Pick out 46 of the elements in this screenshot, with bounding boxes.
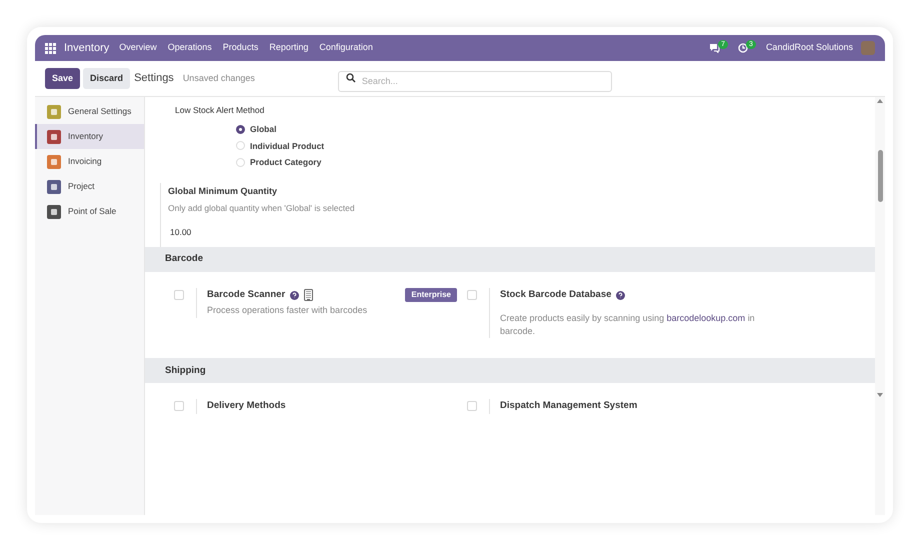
company-name[interactable]: CandidRoot Solutions (766, 41, 853, 55)
setting-description: Create products easily by scanning using barcodelookup.com in barcode. (500, 312, 756, 338)
menu-item[interactable]: Overview (119, 41, 157, 55)
app-name[interactable]: Inventory (64, 40, 110, 56)
menu-item[interactable]: Products (222, 41, 258, 55)
sidebar-item[interactable]: Invoicing (35, 149, 144, 174)
checkbox[interactable] (174, 401, 184, 412)
radio-option[interactable]: Product Category (236, 156, 875, 169)
page-title: Settings (134, 71, 174, 86)
checkbox[interactable] (467, 401, 477, 412)
search-field[interactable]: Search... (338, 70, 612, 92)
setting-description: Process operations faster with barcodes (207, 304, 368, 318)
menu-item[interactable]: Operations (168, 41, 212, 55)
enterprise-badge: Enterprise (405, 288, 457, 302)
scroll-down-icon[interactable] (877, 393, 883, 397)
sidebar-item[interactable]: Inventory (35, 124, 144, 149)
menu-item[interactable]: Reporting (269, 41, 308, 55)
sidebar-item[interactable]: Point of Sale (35, 199, 144, 224)
quantity-field[interactable]: 10.00 (168, 226, 875, 239)
barcodelookup-link[interactable]: barcodelookup.com (666, 313, 746, 324)
sidebar-item[interactable]: General Settings (35, 99, 144, 124)
scroll-up-icon[interactable] (877, 99, 883, 103)
radio-option[interactable]: Individual Product (236, 140, 875, 152)
section-header: Barcode (145, 247, 875, 272)
save-button[interactable]: Save (45, 68, 80, 89)
setting-title: Stock Barcode Database (500, 288, 612, 302)
radio-option[interactable]: Global (236, 122, 875, 136)
search-icon (346, 73, 356, 83)
radio-button[interactable] (236, 124, 245, 134)
setting-title: Delivery Methods (207, 399, 286, 414)
field-label: Low Stock Alert Method (175, 104, 266, 117)
scrollbar-thumb[interactable] (878, 150, 882, 202)
clock-icon[interactable] (738, 43, 748, 53)
checkbox[interactable] (467, 290, 477, 300)
apps-grid-icon[interactable] (45, 42, 56, 54)
field-description: Only add global quantity when 'Global' is selected (168, 202, 356, 214)
setting-title: Barcode Scanner (207, 288, 286, 302)
checkbox[interactable] (174, 290, 184, 300)
section-header: Shipping (145, 358, 875, 384)
discard-button[interactable]: Discard (83, 68, 130, 89)
menu-item[interactable]: Configuration (319, 41, 373, 55)
sidebar-item[interactable]: Project (35, 174, 144, 199)
field-title: Global Minimum Quantity (168, 185, 278, 198)
chat-icon[interactable] (709, 43, 720, 53)
setting-title: Dispatch Management System (500, 399, 638, 414)
status-text: Unsaved changes (182, 72, 256, 85)
